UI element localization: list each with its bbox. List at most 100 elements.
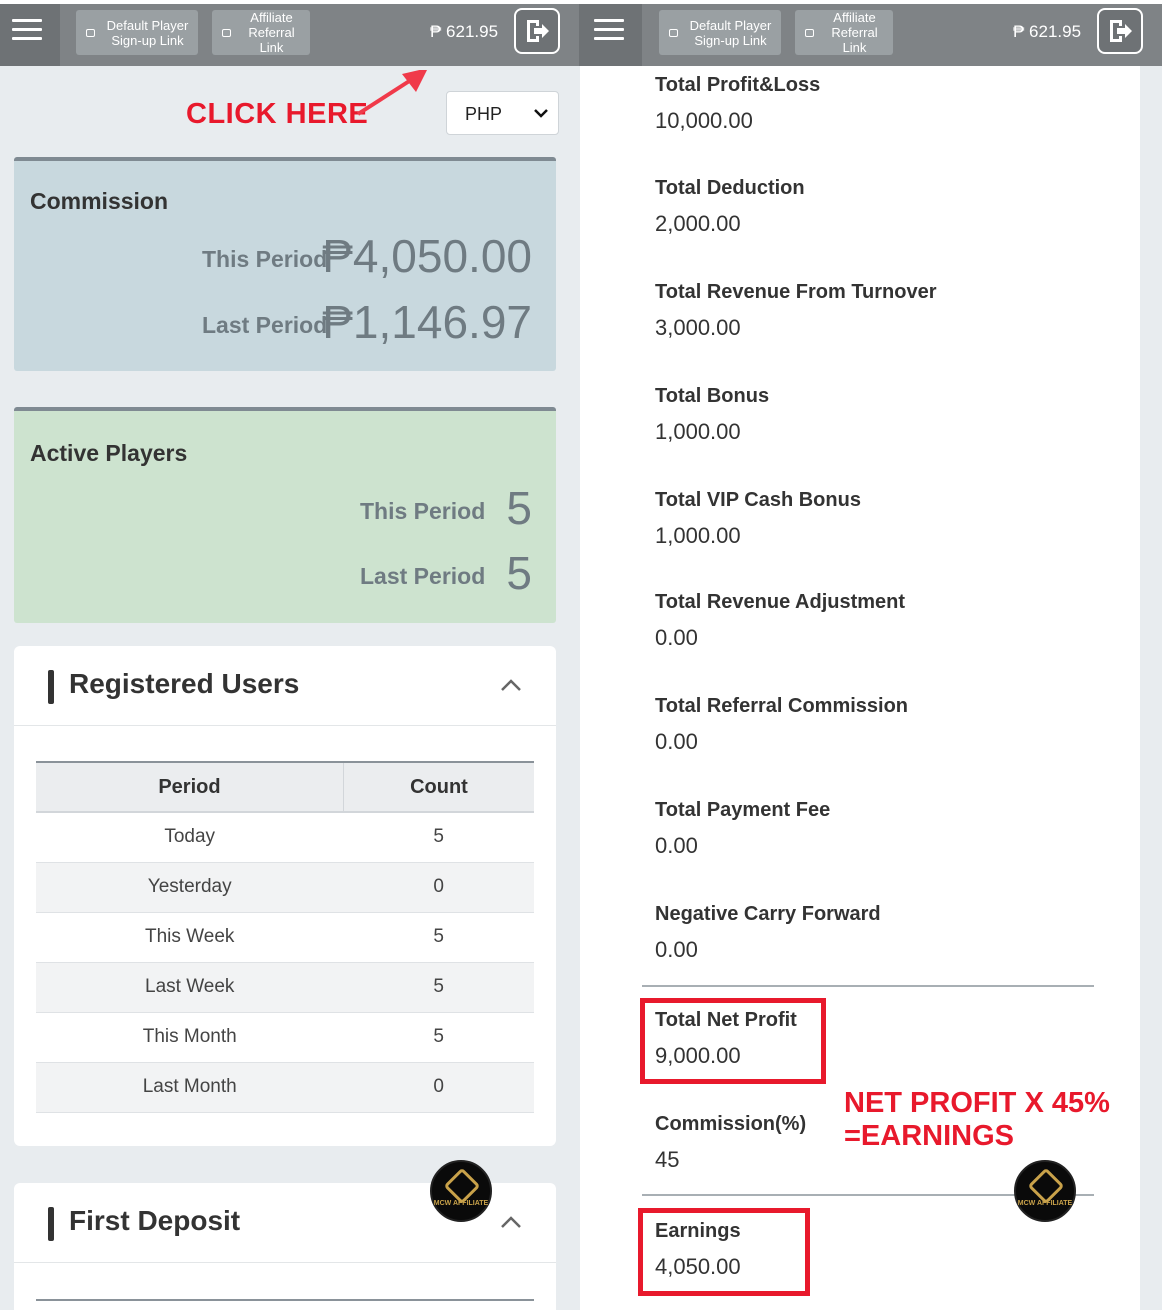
logout-button[interactable]	[1097, 8, 1143, 54]
active-players-title: Active Players	[30, 440, 188, 466]
registered-users-card: Registered Users Period Count Today 5 Ye…	[14, 646, 556, 1146]
commission-summary-panel: Total Profit&Loss 10,000.00 Total Deduct…	[598, 66, 1140, 1310]
commission-this-period-value: ₱4,050.00	[322, 230, 532, 282]
active-last-period-label: Last Period	[360, 563, 486, 589]
period-cell: Yesterday	[36, 862, 344, 913]
registered-users-header[interactable]: Registered Users	[14, 646, 556, 726]
period-cell: This Month	[36, 1012, 344, 1063]
currency-select-value: PHP	[465, 104, 503, 124]
table-row: Last Month 0	[36, 1062, 534, 1113]
active-this-period-label: This Period	[360, 498, 486, 524]
logout-icon	[1110, 20, 1132, 42]
earnings-value: 4,050.00	[655, 1254, 741, 1279]
count-cell: 5	[343, 1012, 534, 1063]
registered-users-table: Period Count Today 5 Yesterday 0 This We…	[36, 761, 534, 1113]
affiliate-referral-link-button[interactable]: Affiliate Referral Link	[795, 10, 893, 55]
default-player-link-button[interactable]: Default Player Sign-up Link	[76, 10, 198, 55]
logout-icon	[527, 20, 549, 42]
affiliate-logo-text: MCW AFFILIATE	[433, 1200, 489, 1207]
default-player-link-button[interactable]: Default Player Sign-up Link	[659, 10, 781, 55]
table-row: Last Week 5	[36, 962, 534, 1013]
total-revenue-turnover-value: 3,000.00	[655, 315, 741, 340]
currency-select[interactable]: PHP	[446, 91, 559, 135]
total-payment-fee-label: Total Payment Fee	[655, 799, 831, 821]
active-last-period-value: 5	[506, 547, 532, 599]
table-row: Today 5	[36, 812, 534, 863]
period-cell: Last Week	[36, 962, 344, 1013]
click-here-annotation: CLICK HERE	[186, 98, 369, 130]
total-referral-commission-label: Total Referral Commission	[655, 695, 909, 717]
chevron-up-icon[interactable]	[500, 678, 522, 692]
column-header-period: Period	[36, 761, 344, 813]
table-row: This Week 5	[36, 912, 534, 963]
table-row: This Month 5	[36, 1012, 534, 1063]
affiliate-logo-button[interactable]: MCW AFFILIATE	[1014, 1160, 1076, 1222]
affiliate-logo-text: MCW AFFILIATE	[1017, 1200, 1073, 1207]
link-icon	[805, 28, 814, 37]
total-payment-fee-value: 0.00	[655, 833, 698, 858]
total-revenue-turnover-label: Total Revenue From Turnover	[655, 281, 937, 303]
logo-icon	[1027, 1167, 1065, 1205]
total-referral-commission-value: 0.00	[655, 729, 698, 754]
total-vip-cash-bonus-label: Total VIP Cash Bonus	[655, 489, 861, 511]
count-cell: 5	[343, 912, 534, 963]
total-bonus-value: 1,000.00	[655, 419, 741, 444]
total-deduction-value: 2,000.00	[655, 211, 741, 236]
page: Default Player Sign-up Link Affiliate Re…	[0, 0, 1162, 1310]
total-revenue-adjustment-value: 0.00	[655, 625, 698, 650]
table-row: Yesterday 0	[36, 862, 534, 913]
hamburger-menu-icon[interactable]	[12, 19, 42, 45]
registered-users-title: Registered Users	[69, 668, 300, 699]
count-cell: 0	[343, 862, 534, 913]
chevron-up-icon[interactable]	[500, 1215, 522, 1229]
commission-percent-label: Commission(%)	[655, 1113, 807, 1135]
affiliate-referral-link-label: Affiliate Referral Link	[248, 10, 295, 55]
total-revenue-adjustment-label: Total Revenue Adjustment	[655, 591, 906, 613]
affiliate-referral-link-button[interactable]: Affiliate Referral Link	[212, 10, 310, 55]
total-vip-cash-bonus-value: 1,000.00	[655, 523, 741, 548]
commission-percent-value: 45	[655, 1147, 680, 1172]
column-header-count: Count	[342, 761, 534, 813]
top-bar-left: Default Player Sign-up Link Affiliate Re…	[0, 0, 580, 66]
commission-title: Commission	[30, 188, 169, 214]
logo-icon	[443, 1167, 481, 1205]
earnings-formula-line1: NET PROFIT X 45%	[844, 1087, 1110, 1119]
dashboard-left-panel: CLICK HERE PHP Commission This Period ₱4…	[0, 66, 580, 1310]
commission-this-period-label: This Period	[202, 246, 328, 272]
earnings-formula-annotation: NET PROFIT X 45% =EARNINGS	[844, 1087, 1110, 1153]
total-net-profit-value: 9,000.00	[655, 1043, 741, 1068]
summary-divider	[642, 985, 1094, 987]
total-bonus-label: Total Bonus	[655, 385, 770, 407]
default-player-link-label: Default Player Sign-up Link	[689, 17, 772, 48]
active-this-period-value: 5	[506, 482, 532, 534]
first-deposit-title: First Deposit	[69, 1205, 241, 1236]
link-icon	[222, 28, 231, 37]
link-icon	[86, 28, 95, 37]
affiliate-referral-link-label: Affiliate Referral Link	[831, 10, 878, 55]
commission-last-period-label: Last Period	[202, 312, 328, 338]
first-deposit-table	[36, 1299, 534, 1301]
count-cell: 0	[343, 1062, 534, 1113]
affiliate-logo-button[interactable]: MCW AFFILIATE	[430, 1160, 492, 1222]
balance-display: ₱ 621.95	[1013, 22, 1082, 41]
commission-card: Commission This Period ₱4,050.00 Last Pe…	[14, 157, 556, 371]
annotation-arrow-icon	[356, 70, 427, 116]
count-cell: 5	[343, 962, 534, 1013]
hamburger-menu-icon[interactable]	[594, 19, 624, 45]
period-cell: Last Month	[36, 1062, 344, 1113]
balance-display: ₱ 621.95	[430, 22, 499, 41]
period-cell: Today	[36, 812, 344, 863]
default-player-link-label: Default Player Sign-up Link	[106, 17, 189, 48]
top-bar-right: Default Player Sign-up Link Affiliate Re…	[580, 0, 1162, 66]
logout-button[interactable]	[514, 8, 560, 54]
negative-carry-forward-label: Negative Carry Forward	[655, 903, 881, 925]
total-profit-loss-value: 10,000.00	[655, 108, 753, 133]
earnings-formula-line2: =EARNINGS	[844, 1120, 1015, 1152]
link-icon	[669, 28, 678, 37]
count-cell: 5	[343, 812, 534, 863]
commission-last-period-value: ₱1,146.97	[322, 296, 532, 348]
total-profit-loss-label: Total Profit&Loss	[655, 74, 821, 96]
active-players-card: Active Players This Period 5 Last Period…	[14, 407, 556, 623]
total-net-profit-label: Total Net Profit	[655, 1009, 797, 1031]
chevron-down-icon	[534, 109, 548, 118]
